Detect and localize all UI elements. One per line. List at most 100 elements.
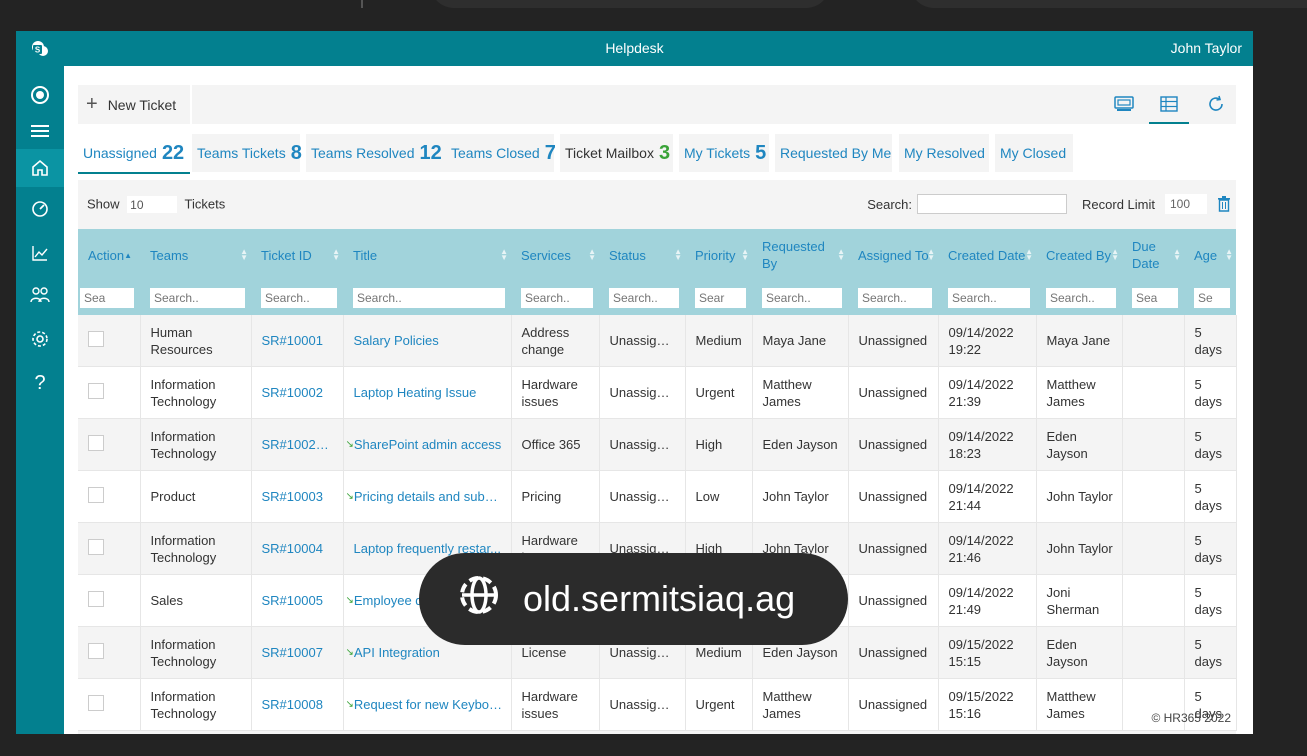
column-filter-input[interactable] (521, 288, 593, 308)
table-row[interactable]: Information Technology SR#10023-IT ↘ShareP… (78, 418, 1237, 471)
cell-due (1122, 418, 1185, 471)
search-input[interactable] (917, 194, 1068, 214)
row-checkbox[interactable] (88, 330, 104, 347)
column-header[interactable]: Requested By ▲ ▼ (752, 229, 848, 281)
cell-age: 5 days (1184, 574, 1237, 627)
column-filter-input[interactable] (858, 288, 932, 308)
row-checkbox[interactable] (88, 382, 104, 399)
column-header[interactable]: Age ▲ ▼ (1184, 229, 1236, 281)
cell-created-by: John Taylor (1036, 522, 1123, 575)
menu-icon[interactable] (16, 113, 64, 149)
users-icon[interactable] (16, 277, 64, 313)
svg-text:S: S (35, 45, 41, 54)
row-checkbox-cell (78, 470, 141, 523)
cell-id[interactable]: SR#10001 (251, 315, 344, 367)
cell-id[interactable]: SR#10008 (251, 678, 344, 731)
column-filter-input[interactable] (762, 288, 842, 308)
column-filter-input[interactable] (609, 288, 679, 308)
home-icon[interactable] (16, 149, 64, 187)
cell-created-by: John Taylor (1036, 470, 1123, 523)
grid-view-icon[interactable] (1149, 85, 1189, 124)
cell-title[interactable]: Laptop Heating Issue (343, 366, 512, 419)
dashboard-icon[interactable] (16, 191, 64, 227)
tab-teams-tickets[interactable]: Teams Tickets 8 (192, 134, 302, 172)
table-row[interactable]: Information Technology SR#10002 Laptop Hea… (78, 366, 1237, 419)
table-row[interactable]: Human Resources SR#10001 Salary Policies Ad… (78, 315, 1237, 367)
cell-due (1122, 522, 1185, 575)
column-header[interactable]: Services ▲ ▼ (511, 229, 599, 281)
user-name[interactable]: John Taylor (1171, 40, 1242, 56)
cell-id[interactable]: SR#10002 (251, 366, 344, 419)
column-filter-input[interactable] (695, 288, 746, 308)
ticket-title[interactable]: Laptop Heating Issue (354, 385, 477, 400)
column-header[interactable]: Created By ▲ ▼ (1036, 229, 1122, 281)
column-header[interactable]: Status ▲ ▼ (599, 229, 685, 281)
column-filter-input[interactable] (1046, 288, 1116, 308)
cell-status: Unassigned (599, 366, 686, 419)
table-row[interactable]: Product SR#10003 ↘Pricing details and subs… (78, 470, 1237, 523)
ticket-title[interactable]: SharePoint admin access (354, 437, 501, 452)
ticket-title[interactable]: API Integration (354, 645, 440, 660)
row-checkbox[interactable] (88, 694, 104, 711)
column-header[interactable]: Priority ▲ ▼ (685, 229, 752, 281)
cell-title[interactable]: Salary Policies (343, 315, 512, 367)
tab-my-resolved[interactable]: My Resolved (899, 134, 989, 172)
tab-teams-resolved[interactable]: Teams Resolved 12 (306, 134, 446, 172)
header-label: Ticket ID (261, 247, 312, 263)
column-filter-input[interactable] (1132, 288, 1178, 308)
cell-id[interactable]: SR#10004 (251, 522, 344, 575)
cell-title[interactable]: ↘Request for new Keyboard... (343, 678, 512, 731)
sharepoint-logo-icon[interactable]: S (16, 31, 64, 66)
cell-due (1122, 626, 1185, 679)
ticket-title[interactable]: Request for new Keyboard... (354, 697, 510, 712)
column-header[interactable]: Ticket ID ▲ ▼ (251, 229, 343, 281)
tab-unassigned[interactable]: Unassigned 22 (78, 134, 190, 174)
column-header[interactable]: Title ▲ ▼ (343, 229, 511, 281)
record-limit-input[interactable] (1165, 194, 1207, 214)
show-count-input[interactable] (127, 196, 178, 213)
row-checkbox[interactable] (88, 486, 104, 503)
cell-id[interactable]: SR#10005 (251, 574, 344, 627)
column-header[interactable]: Teams ▲ ▼ (140, 229, 251, 281)
table-row[interactable]: Information Technology SR#10008 ↘Request f… (78, 678, 1237, 731)
cell-age: 5 days (1184, 366, 1237, 419)
cell-id[interactable]: SR#10023-IT (251, 418, 344, 471)
tab-my-tickets[interactable]: My Tickets 5 (679, 134, 769, 172)
new-ticket-button[interactable]: + New Ticket (78, 85, 192, 124)
column-header[interactable]: Due Date ▲ ▼ (1122, 229, 1184, 281)
column-header[interactable]: Created Date ▲ ▼ (938, 229, 1036, 281)
cell-service: Hardware issues (511, 678, 600, 731)
column-filter-input[interactable] (948, 288, 1030, 308)
tab-requested-by-me[interactable]: Requested By Me (775, 134, 892, 172)
cell-title[interactable]: ↘Pricing details and subscript (343, 470, 512, 523)
help-icon[interactable]: ? (16, 365, 64, 401)
ticket-title[interactable]: Pricing details and subscript (354, 489, 510, 504)
row-checkbox[interactable] (88, 642, 104, 659)
reports-icon[interactable] (16, 235, 64, 271)
app-logo-icon[interactable] (16, 77, 64, 113)
tab-ticket-mailbox[interactable]: Ticket Mailbox 3 (560, 134, 673, 172)
column-filter-input[interactable] (150, 288, 245, 308)
column-filter-input[interactable] (80, 288, 134, 308)
column-filter-input[interactable] (353, 288, 505, 308)
tab-teams-closed[interactable]: Teams Closed 7 (446, 134, 556, 172)
display-icon[interactable] (1104, 85, 1144, 122)
ticket-title[interactable]: Salary Policies (354, 333, 439, 348)
header-label: Age (1194, 247, 1218, 263)
tab-my-closed[interactable]: My Closed (995, 134, 1073, 172)
cell-id[interactable]: SR#10007 (251, 626, 344, 679)
row-checkbox[interactable] (88, 538, 104, 555)
cell-id[interactable]: SR#10003 (251, 470, 344, 523)
cell-assigned-to: Unassigned (848, 678, 939, 731)
column-filter-input[interactable] (261, 288, 337, 308)
refresh-icon[interactable] (1196, 85, 1236, 122)
browser-tab-shape (430, 0, 830, 8)
trash-icon[interactable] (1217, 196, 1231, 212)
column-header[interactable]: Action▲ (78, 229, 140, 281)
column-filter-input[interactable] (1194, 288, 1230, 308)
column-header[interactable]: Assigned To ▲ ▼ (848, 229, 938, 281)
cell-title[interactable]: ↘SharePoint admin access (343, 418, 512, 471)
row-checkbox[interactable] (88, 590, 104, 607)
row-checkbox[interactable] (88, 434, 104, 451)
settings-icon[interactable] (16, 321, 64, 357)
